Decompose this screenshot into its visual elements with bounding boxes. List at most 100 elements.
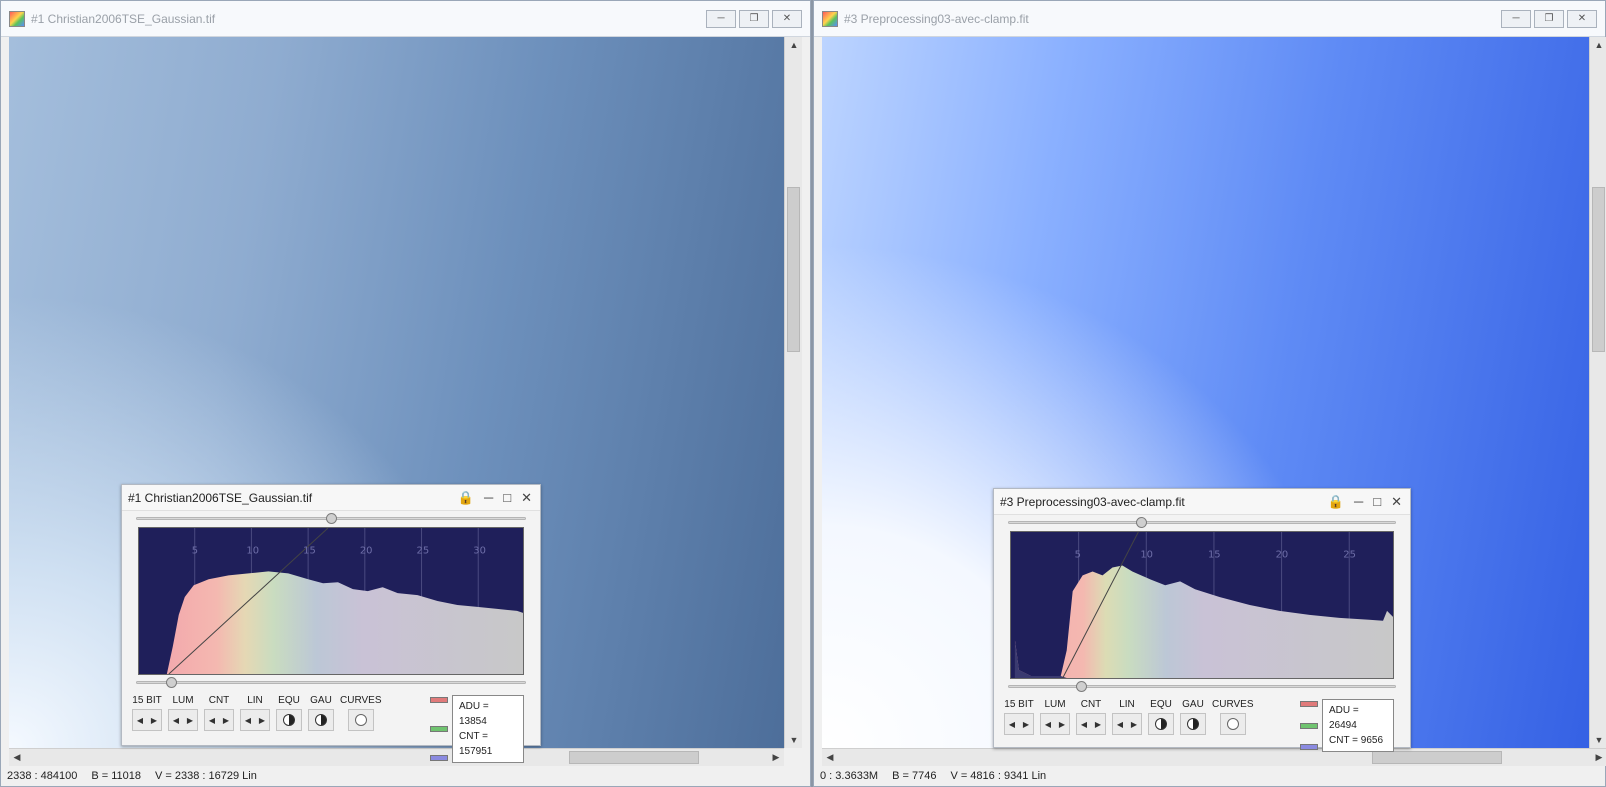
green-channel-icon[interactable] bbox=[1300, 722, 1318, 729]
gau-button[interactable] bbox=[308, 709, 334, 731]
ctrl-cnt: CNT ◀ ▶ bbox=[204, 695, 234, 731]
curves-button[interactable] bbox=[347, 709, 374, 731]
window-title: #1 Christian2006TSE_Gaussian.tif bbox=[31, 11, 216, 26]
app-icon bbox=[9, 10, 25, 27]
histogram-controls: 15 BIT ◀ ▶ LUM ◀ ▶ CNT ◀ ▶ LIN ◀ ▶ EQU GAU CURVE… bbox=[1004, 699, 1254, 735]
arrow-left-icon[interactable]: ◀ bbox=[1005, 714, 1019, 734]
close-button[interactable]: ✕ bbox=[772, 9, 802, 28]
scroll-thumb[interactable] bbox=[569, 751, 699, 764]
close-button[interactable]: ✕ bbox=[1567, 9, 1597, 28]
app-icon bbox=[822, 10, 838, 27]
horizontal-scrollbar[interactable]: ◀ ▶ bbox=[822, 748, 1606, 766]
arrow-left-icon[interactable]: ◀ bbox=[169, 710, 183, 730]
arrow-right-icon[interactable]: ▶ bbox=[1055, 714, 1069, 734]
restore-button[interactable]: ❐ bbox=[739, 9, 769, 28]
green-channel-icon[interactable] bbox=[430, 726, 448, 732]
histogram-graph: 5 10 15 20 25 bbox=[1014, 532, 1393, 678]
red-channel-icon[interactable] bbox=[430, 697, 448, 703]
maximize-icon[interactable]: □ bbox=[503, 490, 511, 506]
ctrl-cnt: CNT ◀ ▶ bbox=[1076, 699, 1106, 735]
arrow-right-icon[interactable]: ▶ bbox=[255, 710, 269, 730]
histogram-panel-1[interactable]: #1 Christian2006TSE_Gaussian.tif 🔒 ─ □ ✕ bbox=[121, 484, 541, 763]
scroll-thumb[interactable] bbox=[1372, 751, 1502, 764]
status-coords: 0 : 3.3633M bbox=[820, 770, 879, 782]
arrow-left-icon[interactable]: ◀ bbox=[241, 710, 255, 730]
histogram-titlebar[interactable]: #3 Preprocessing03-avec-clamp.fit 🔒 ─ □ … bbox=[994, 489, 1410, 515]
minimize-icon[interactable]: ─ bbox=[1354, 494, 1363, 510]
vertical-scrollbar[interactable]: ▲ ▼ bbox=[1589, 37, 1606, 748]
arrow-left-icon[interactable]: ◀ bbox=[205, 710, 219, 730]
scroll-thumb[interactable] bbox=[1592, 187, 1605, 352]
status-bar: 2338 : 484100 B = 11018 V = 2338 : 16729… bbox=[7, 766, 810, 786]
histogram-panel-3[interactable]: #3 Preprocessing03-avec-clamp.fit 🔒 ─ □ … bbox=[993, 488, 1411, 752]
scroll-left-icon[interactable]: ◀ bbox=[822, 749, 838, 766]
histogram-plot[interactable]: 5 10 15 20 25 30 bbox=[138, 527, 524, 675]
arrow-right-icon[interactable]: ▶ bbox=[1019, 714, 1033, 734]
window-titlebar[interactable]: #3 Preprocessing03-avec-clamp.fit ─ ❐ ✕ bbox=[814, 1, 1605, 37]
close-icon[interactable]: ✕ bbox=[1391, 494, 1402, 510]
tick-label: 30 bbox=[473, 546, 486, 557]
white-point-slider[interactable] bbox=[1008, 517, 1396, 528]
ctrl-lum: LUM ◀ ▶ bbox=[1040, 699, 1070, 735]
minimize-button[interactable]: ─ bbox=[1501, 9, 1531, 28]
curves-icon bbox=[354, 714, 367, 726]
window-titlebar[interactable]: #1 Christian2006TSE_Gaussian.tif ─ ❐ ✕ bbox=[1, 1, 810, 37]
white-point-slider[interactable] bbox=[136, 513, 526, 524]
scroll-thumb[interactable] bbox=[787, 187, 800, 352]
gau-button[interactable] bbox=[1180, 713, 1206, 735]
close-icon[interactable]: ✕ bbox=[521, 490, 532, 506]
lock-icon[interactable]: 🔒 bbox=[1328, 494, 1344, 510]
slider-knob[interactable] bbox=[325, 513, 337, 524]
minimize-button[interactable]: ─ bbox=[706, 9, 736, 28]
histogram-stats: ADU = 26494 CNT = 9656 bbox=[1300, 699, 1394, 752]
arrow-right-icon[interactable]: ▶ bbox=[147, 710, 161, 730]
channel-swatches[interactable] bbox=[430, 695, 448, 763]
red-channel-icon[interactable] bbox=[1300, 701, 1318, 707]
curves-icon bbox=[1226, 718, 1239, 730]
slider-knob[interactable] bbox=[1136, 517, 1148, 528]
black-point-slider[interactable] bbox=[136, 677, 526, 688]
arrow-right-icon[interactable]: ▶ bbox=[183, 710, 197, 730]
stat-box: ADU = 26494 CNT = 9656 bbox=[1322, 699, 1394, 752]
arrow-right-icon[interactable]: ▶ bbox=[1091, 714, 1105, 734]
restore-button[interactable]: ❐ bbox=[1534, 9, 1564, 28]
arrow-left-icon[interactable]: ◀ bbox=[1077, 714, 1091, 734]
arrow-left-icon[interactable]: ◀ bbox=[1041, 714, 1055, 734]
lock-icon[interactable]: 🔒 bbox=[458, 490, 474, 506]
blue-channel-icon[interactable] bbox=[430, 755, 448, 761]
arrow-right-icon[interactable]: ▶ bbox=[219, 710, 233, 730]
vertical-scrollbar[interactable]: ▲ ▼ bbox=[784, 37, 802, 748]
minimize-icon[interactable]: ─ bbox=[484, 490, 493, 506]
adu-value: ADU = 26494 bbox=[1329, 705, 1359, 731]
scroll-right-icon[interactable]: ▶ bbox=[1591, 749, 1606, 766]
horizontal-scrollbar[interactable]: ◀ ▶ bbox=[9, 748, 784, 766]
arrow-left-icon[interactable]: ◀ bbox=[1113, 714, 1127, 734]
slider-knob[interactable] bbox=[166, 677, 178, 688]
histogram-titlebar[interactable]: #1 Christian2006TSE_Gaussian.tif 🔒 ─ □ ✕ bbox=[122, 485, 540, 511]
slider-knob[interactable] bbox=[1075, 681, 1087, 692]
maximize-icon[interactable]: □ bbox=[1373, 494, 1381, 510]
tick-label: 5 bbox=[192, 546, 198, 557]
arrow-right-icon[interactable]: ▶ bbox=[1127, 714, 1141, 734]
cnt-value: CNT = 9656 bbox=[1329, 735, 1384, 746]
equ-button[interactable] bbox=[1148, 713, 1174, 735]
ctrl-equ: EQU bbox=[1148, 699, 1174, 735]
histogram-stats: ADU = 13854 CNT = 157951 bbox=[430, 695, 524, 763]
black-point-slider[interactable] bbox=[1008, 681, 1396, 692]
window-title: #3 Preprocessing03-avec-clamp.fit bbox=[844, 11, 1029, 26]
scroll-down-icon[interactable]: ▼ bbox=[1590, 732, 1606, 748]
ctrl-curves: CURVES bbox=[340, 695, 382, 731]
ctrl-gau: GAU bbox=[308, 695, 334, 731]
arrow-left-icon[interactable]: ◀ bbox=[133, 710, 147, 730]
scroll-left-icon[interactable]: ◀ bbox=[9, 749, 25, 766]
scroll-up-icon[interactable]: ▲ bbox=[785, 37, 803, 53]
histogram-plot[interactable]: 5 10 15 20 25 bbox=[1010, 531, 1394, 679]
equ-button[interactable] bbox=[276, 709, 302, 731]
blue-channel-icon[interactable] bbox=[1300, 744, 1318, 750]
channel-swatches[interactable] bbox=[1300, 699, 1318, 752]
scroll-up-icon[interactable]: ▲ bbox=[1590, 37, 1606, 53]
scroll-down-icon[interactable]: ▼ bbox=[785, 732, 803, 748]
status-coords: 2338 : 484100 bbox=[7, 770, 78, 782]
scroll-right-icon[interactable]: ▶ bbox=[768, 749, 784, 766]
curves-button[interactable] bbox=[1219, 713, 1246, 735]
